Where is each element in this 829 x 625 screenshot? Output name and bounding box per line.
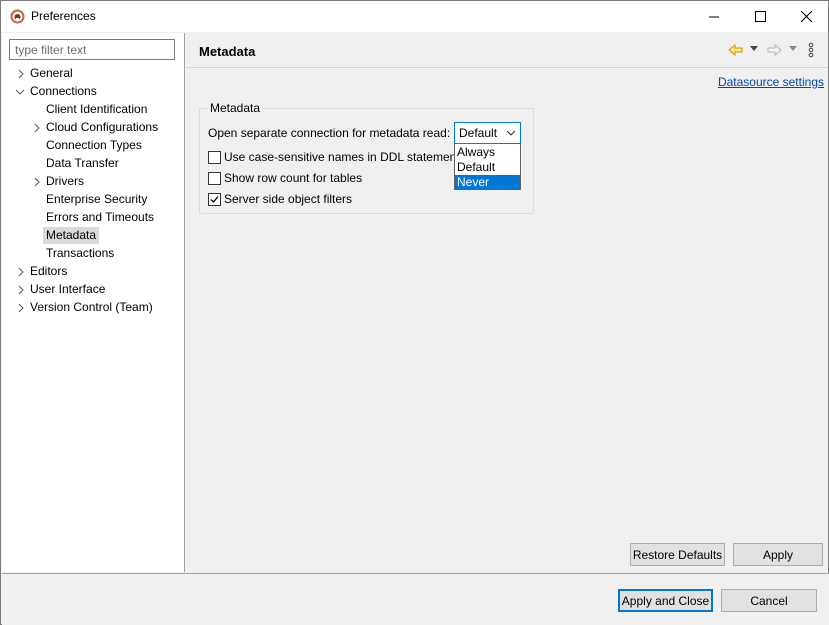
tree-item-label: Connections [30,84,97,98]
case-sensitive-checkbox[interactable] [208,151,221,164]
tree-item-label: General [30,66,73,80]
tree-item-general[interactable]: General [2,65,185,83]
tree-item-label: Enterprise Security [46,192,148,206]
apply-and-close-button[interactable]: Apply and Close [618,589,713,612]
preferences-tree-pane: General Connections Client Identificatio… [2,33,185,572]
tree-item-client-identification[interactable]: Client Identification [2,101,185,119]
tree-item-label: Transactions [46,246,115,260]
forward-dropdown-icon[interactable] [789,46,797,52]
tree-item-label: Cloud Configurations [46,120,159,134]
metadata-read-dropdown-list: Always Default Never [454,143,521,190]
filter-input[interactable] [9,39,175,60]
dbeaver-beaver-icon [10,9,25,24]
chevron-down-icon[interactable] [15,87,25,97]
forward-arrow-icon[interactable] [766,42,782,58]
tree-item-user-interface[interactable]: User Interface [2,281,185,299]
tree-item-label: User Interface [30,282,106,296]
dropdown-option-never[interactable]: Never [455,175,520,190]
tree-item-connection-types[interactable]: Connection Types [2,137,185,155]
chevron-right-icon[interactable] [16,267,26,277]
dropdown-option-default[interactable]: Default [455,160,520,175]
title-bar: Preferences [1,1,828,32]
preferences-window: Preferences General Connections [0,0,829,625]
metadata-read-combo[interactable]: Default [454,122,521,144]
back-arrow-icon[interactable] [728,42,744,58]
tree-item-label: Data Transfer [46,156,119,170]
tree-item-label: Client Identification [46,102,148,116]
tree-item-errors-and-timeouts[interactable]: Errors and Timeouts [2,209,185,227]
tree-item-transactions[interactable]: Transactions [2,245,185,263]
row-count-label: Show row count for tables [224,171,363,185]
maximize-icon [754,11,766,22]
server-filters-label: Server side object filters [224,192,353,206]
restore-defaults-button[interactable]: Restore Defaults [630,543,725,566]
page-header: Metadata [186,33,828,68]
back-dropdown-icon[interactable] [750,46,758,52]
case-sensitive-label: Use case-sensitive names in DDL statemen… [224,150,466,164]
view-menu-icon[interactable] [808,42,814,58]
window-title: Preferences [31,9,96,23]
tree-item-label: Metadata [43,227,100,244]
tree-item-label: Errors and Timeouts [46,210,155,224]
cancel-button[interactable]: Cancel [721,589,817,612]
tree-item-connections[interactable]: Connections [2,83,185,101]
chevron-down-icon [506,130,516,136]
tree-item-drivers[interactable]: Drivers [2,173,185,191]
minimize-button[interactable] [691,1,737,32]
chevron-right-icon[interactable] [16,69,26,79]
metadata-read-label: Open separate connection for metadata re… [208,126,451,140]
combo-value: Default [459,126,498,140]
row-count-checkbox[interactable] [208,172,221,185]
tree-item-label: Version Control (Team) [30,300,153,314]
close-button[interactable] [783,1,829,32]
chevron-right-icon[interactable] [32,177,42,187]
tree-item-label: Connection Types [46,138,142,152]
maximize-button[interactable] [737,1,783,32]
chevron-right-icon[interactable] [32,123,42,133]
close-icon [800,11,812,22]
tree-item-label: Drivers [46,174,84,188]
server-filters-checkbox[interactable] [208,193,221,206]
tree-item-metadata[interactable]: Metadata [2,227,185,245]
tree-item-version-control[interactable]: Version Control (Team) [2,299,185,317]
tree-item-label: Editors [30,264,68,278]
tree-item-cloud-configurations[interactable]: Cloud Configurations [2,119,185,137]
chevron-right-icon[interactable] [16,303,26,313]
tree-item-enterprise-security[interactable]: Enterprise Security [2,191,185,209]
dropdown-option-always[interactable]: Always [455,145,520,160]
tree-item-data-transfer[interactable]: Data Transfer [2,155,185,173]
preference-page: Metadata Datasource settings Metadata Op… [186,33,828,572]
chevron-right-icon[interactable] [16,285,26,295]
datasource-settings-link[interactable]: Datasource settings [718,75,824,89]
checkmark-icon [210,196,219,203]
apply-button[interactable]: Apply [733,543,823,566]
minimize-icon [709,16,719,17]
page-title: Metadata [199,44,256,59]
tree-item-editors[interactable]: Editors [2,263,185,281]
dialog-button-bar: Apply and Close Cancel [2,573,829,625]
group-legend: Metadata [208,101,263,115]
